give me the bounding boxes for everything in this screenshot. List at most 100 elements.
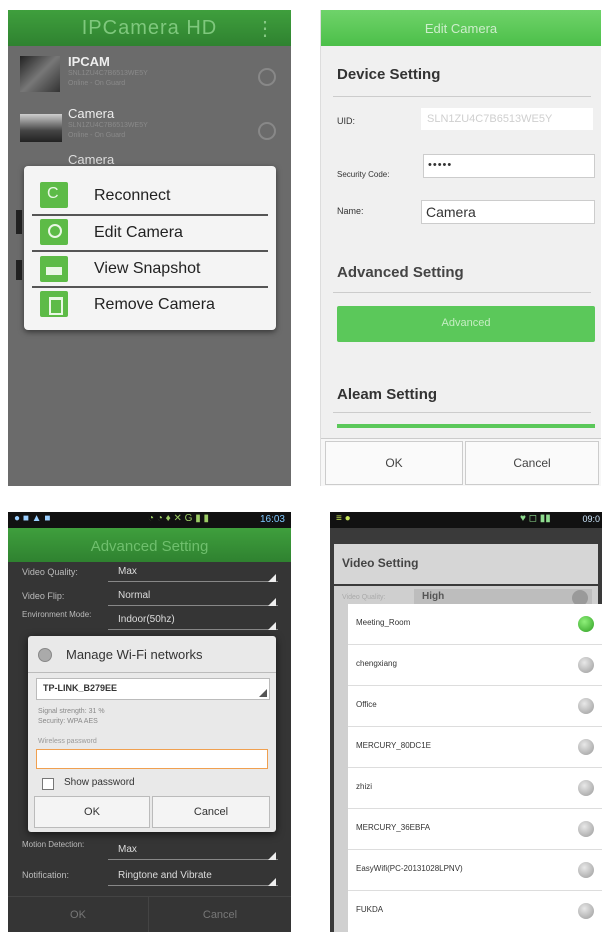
name-label: Name: — [337, 206, 364, 216]
camera-thumbnail — [16, 260, 22, 280]
setting-row-video-flip[interactable]: Video Flip: Normal — [8, 586, 291, 608]
camera-row[interactable]: IPCAM SNL1ZU4C7B6513WE5Y Online - On Gua… — [8, 50, 291, 102]
overflow-menu-icon[interactable]: ⋮ — [255, 16, 275, 41]
network-name: EasyWifi(PC-20131028LPNV) — [356, 864, 463, 873]
dialog-cancel-label: Cancel — [193, 806, 229, 818]
ok-button-label: OK — [70, 909, 86, 921]
menu-item-reconnect[interactable]: C Reconnect — [24, 178, 276, 214]
radio-icon[interactable] — [578, 862, 594, 878]
setting-label: Motion Detection: — [22, 840, 85, 849]
camera-thumbnail — [20, 114, 62, 142]
ok-button-label: OK — [385, 456, 403, 470]
wifi-network-item[interactable]: chengxiang — [348, 645, 602, 686]
cancel-button-label: Cancel — [513, 456, 551, 470]
video-quality-label: Video Quality: — [342, 594, 386, 601]
uid-field: SLN1ZU4C7B6513WE5Y — [421, 108, 593, 130]
camera-status: Online - On Guard — [68, 132, 126, 139]
wifi-network-item[interactable]: FUKDA — [348, 891, 602, 931]
menu-item-view-snapshot[interactable]: View Snapshot — [24, 252, 276, 286]
network-name: FUKDA — [356, 905, 384, 914]
edit-camera-title-bar: Edit Camera — [321, 10, 601, 46]
setting-label: Video Flip: — [22, 591, 65, 601]
section-divider — [333, 96, 591, 97]
camera-name: IPCAM — [68, 54, 110, 69]
dialog-ok-label: OK — [84, 806, 100, 818]
dialog-ok-button[interactable]: OK — [34, 796, 150, 828]
ssid-select[interactable]: TP-LINK_B279EE — [36, 678, 270, 700]
camera-name: Camera — [68, 152, 115, 167]
radio-icon[interactable] — [578, 698, 594, 714]
advanced-footer: OK Cancel — [8, 896, 291, 932]
wifi-network-item[interactable]: EasyWifi(PC-20131028LPNV) — [348, 850, 602, 891]
menu-item-label: Edit Camera — [94, 224, 183, 241]
radio-selected-icon[interactable] — [578, 616, 594, 632]
camera-settings-icon[interactable] — [258, 122, 276, 140]
image-icon — [40, 256, 68, 282]
dropdown-arrow-icon — [268, 574, 276, 582]
menu-item-edit-camera[interactable]: Edit Camera — [24, 216, 276, 250]
dialog-cancel-button[interactable]: Cancel — [152, 796, 270, 828]
setting-row-environment-mode[interactable]: Environment Mode: Indoor(50hz) — [8, 610, 291, 634]
setting-value: Normal — [118, 590, 151, 601]
show-password-checkbox[interactable] — [42, 778, 54, 790]
advanced-setting-screen: ● ■ ▲ ■ ◔ ◔ ♦ ✕ G ▮ ▮ 16:03 Advanced Set… — [8, 512, 291, 932]
settings-icon — [40, 219, 68, 245]
radio-icon[interactable] — [578, 821, 594, 837]
status-bar: ● ■ ▲ ■ ◔ ◔ ♦ ✕ G ▮ ▮ 16:03 — [8, 512, 291, 528]
camera-list-screen: IPCamera HD ⋮ IPCAM SNL1ZU4C7B6513WE5Y O… — [8, 10, 291, 486]
uid-label: UID: — [337, 116, 355, 126]
show-password-label: Show password — [64, 777, 135, 788]
dropdown-arrow-icon — [268, 622, 276, 630]
cancel-button[interactable]: Cancel — [149, 897, 291, 932]
uid-value: SLN1ZU4C7B6513WE5Y — [427, 113, 553, 125]
setting-row-video-quality[interactable]: Video Quality: Max — [8, 562, 291, 584]
wifi-network-item[interactable]: MERCURY_36EBFA — [348, 809, 602, 850]
radio-icon[interactable] — [578, 780, 594, 796]
name-field[interactable]: Camera — [421, 200, 595, 224]
network-name: chengxiang — [356, 659, 397, 668]
select-underline — [108, 885, 278, 886]
advanced-button[interactable]: Advanced — [337, 306, 595, 342]
signal-icons: ♥ ◻ ▮▮ — [520, 513, 551, 524]
select-underline — [108, 629, 278, 630]
section-heading-device: Device Setting — [337, 66, 441, 83]
ok-button[interactable]: OK — [8, 897, 149, 932]
menu-item-remove-camera[interactable]: Remove Camera — [24, 288, 276, 322]
camera-settings-icon[interactable] — [258, 68, 276, 86]
wifi-network-item[interactable]: Office — [348, 686, 602, 727]
menu-item-label: Reconnect — [94, 187, 171, 204]
screen-title: Video Setting — [342, 556, 419, 570]
ssid-value: TP-LINK_B279EE — [43, 683, 118, 693]
setting-label: Notification: — [22, 870, 70, 880]
cancel-button[interactable]: Cancel — [465, 441, 599, 485]
signal-strength: Signal strength: 31 % — [38, 708, 105, 715]
advanced-title-bar: Advanced Setting — [8, 528, 291, 562]
radio-icon[interactable] — [578, 657, 594, 673]
setting-value: Ringtone and Vibrate — [118, 870, 212, 881]
select-underline — [108, 581, 278, 582]
setting-row-notification[interactable]: Notification: Ringtone and Vibrate — [8, 866, 291, 888]
section-divider — [333, 292, 591, 293]
radio-icon[interactable] — [578, 739, 594, 755]
video-quality-value: High — [422, 591, 445, 602]
wifi-network-item[interactable]: Meeting_Room — [348, 604, 602, 645]
status-time: 16:03 — [259, 514, 285, 525]
radio-icon[interactable] — [578, 903, 594, 919]
alarm-button-edge — [337, 424, 595, 428]
network-name: MERCURY_36EBFA — [356, 823, 431, 832]
signal-icons: ◔ ◔ ♦ ✕ G ▮ ▮ — [148, 513, 210, 524]
security-code-label: Security Code: — [337, 170, 390, 179]
wifi-network-item[interactable]: zhizi — [348, 768, 602, 809]
camera-uid: SLN1ZU4C7B6513WE5Y — [68, 122, 148, 129]
ok-button[interactable]: OK — [325, 441, 463, 485]
security-code-field[interactable]: ••••• — [423, 154, 595, 178]
menu-item-label: Remove Camera — [94, 296, 215, 313]
select-underline — [108, 605, 278, 606]
video-setting-dialog-header: Video Setting — [334, 544, 598, 584]
camera-thumbnail — [20, 56, 60, 92]
password-input[interactable] — [36, 749, 268, 769]
setting-row-motion-detection[interactable]: Motion Detection: Max — [8, 840, 291, 864]
dropdown-arrow-icon — [259, 689, 267, 697]
dialog-left-edge — [334, 610, 348, 932]
wifi-network-item[interactable]: MERCURY_80DC1E — [348, 727, 602, 768]
